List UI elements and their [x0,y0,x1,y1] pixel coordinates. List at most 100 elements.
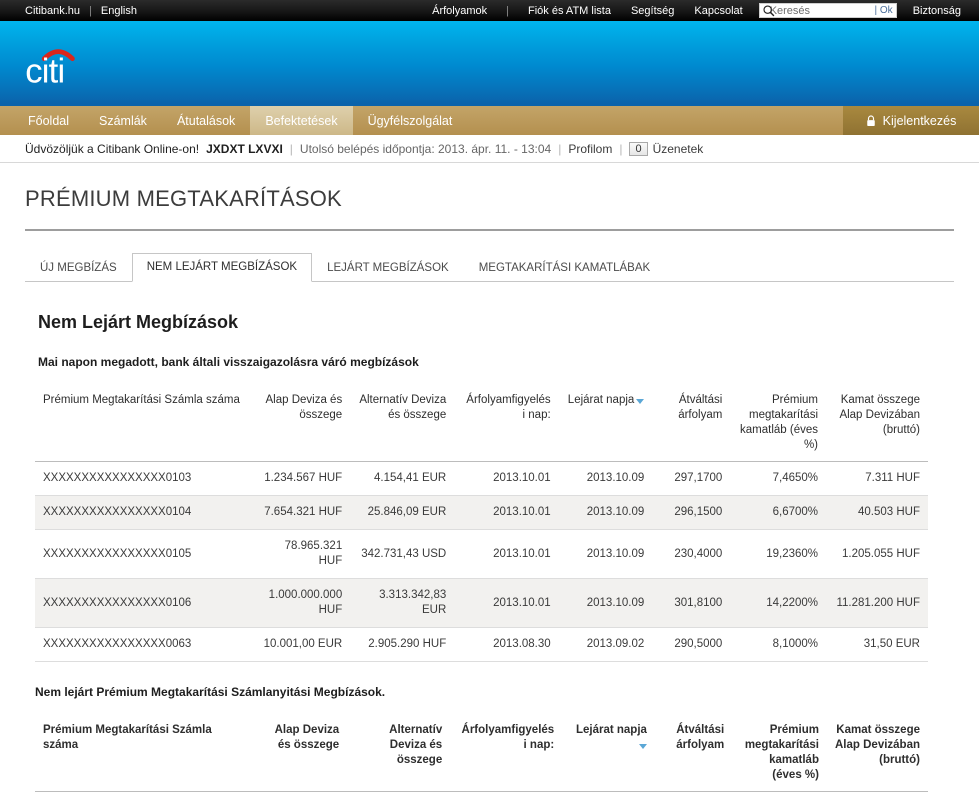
open-orders-table: Prémium Megtakarítási Számla száma Alap … [35,716,928,793]
tab-uj-megbizas[interactable]: ÚJ MEGBÍZÁS [25,254,132,282]
logout-label: Kijelentkezés [882,113,957,128]
link-fiok-es-atm-lista[interactable]: Fiók és ATM lista [528,5,611,17]
cell-watch-date: 2013.10.01 [454,529,559,579]
col-header-base-currency[interactable]: Alap Deviza és összege [253,386,351,462]
table-row: XXXXXXXXXXXXXXXX0106 1.000.000.000 HUF 3… [35,578,928,628]
welcome-divider-2: | [558,141,562,156]
cell-maturity-date: 2013.10.09 [558,529,653,579]
col-header-fx-rate[interactable]: Átváltási árfolyam [654,716,733,792]
cell-maturity-date: 2013.10.09 [558,495,653,530]
link-arfolyamok[interactable]: Árfolyamok [432,5,487,17]
cell-account: XXXXXXXXXXXXXXXX0106 [35,578,254,628]
table-header-row: Prémium Megtakarítási Számla száma Alap … [35,716,928,792]
section-subtitle: Mai napon megadott, bank általi visszaig… [38,355,419,369]
brand-banner: citi [0,21,979,104]
nav-item-label: Ügyfélszolgálat [367,113,453,128]
main-content: PRÉMIUM MEGTAKARÍTÁSOK ÚJ MEGBÍZÁS NEM L… [0,186,979,793]
svg-text:citi: citi [25,52,64,87]
search-ok-button[interactable]: | Ok [875,4,893,18]
cell-base: 10.001,00 EUR [253,627,351,662]
table-row: XXXXXXXXXXXXXXXX0103 1.234.567 HUF 4.154… [35,461,928,496]
cell-maturity-date: 2013.10.09 [558,578,653,628]
link-profilom[interactable]: Profilom [568,142,612,156]
col-header-watch-date[interactable]: Árfolyamfigyelés i nap: [454,386,559,462]
table-row: XXXXXXXXXXXXXXXX0063 10.001,00 EUR 2.905… [35,627,928,662]
nav-item-ugyfelszolgalat[interactable]: Ügyfélszolgálat [353,106,468,135]
cell-interest-rate: 14,2200% [730,578,827,628]
table-header-row: Prémium Megtakarítási Számla száma Alap … [35,386,928,462]
citi-logo[interactable]: citi [23,43,103,87]
message-count-badge: 0 [629,141,648,156]
search-box[interactable]: | Ok [758,3,897,18]
tab-lejart-megbizasok[interactable]: LEJÁRT MEGBÍZÁSOK [312,254,464,282]
col-header-account[interactable]: Prémium Megtakarítási Számla száma [35,716,252,792]
table-row: XXXXXXXXXXXXXXXX0105 78.965.321 HUF 342.… [35,529,928,579]
nav-item-label: Befektetések [265,113,338,128]
col-header-alt-currency[interactable]: Alternatív Deviza és összege [350,386,455,462]
cell-base: 1.234.567 HUF [253,461,351,496]
section-title: Nem Lejárt Megbízások [38,312,239,332]
nav-item-atutalasok[interactable]: Átutalások [162,106,250,135]
cell-interest-amount: 31,50 EUR [826,627,928,662]
welcome-greeting: Üdvözöljük a Citibank Online-on! [25,141,200,156]
topbar-left-links: Citibank.hu | English [0,5,137,17]
welcome-last-login: Utolsó belépés időpontja: 2013. ápr. 11.… [299,141,552,156]
cell-watch-date: 2013.10.01 [454,495,559,530]
cell-account: XXXXXXXXXXXXXXXX0105 [35,529,254,579]
cell-account: XXXXXXXXXXXXXXXX0103 [35,461,254,496]
cell-account: XXXXXXXXXXXXXXXX0063 [35,627,254,662]
link-biztonsag[interactable]: Biztonság [913,5,961,17]
cell-maturity-date: 2013.09.02 [558,627,653,662]
col-header-account[interactable]: Prémium Megtakarítási Számla száma [35,386,254,462]
cell-account: XXXXXXXXXXXXXXXX0104 [35,495,254,530]
cell-interest-rate: 8,1000% [730,627,827,662]
tab-megtakaritasi-kamatlabak[interactable]: MEGTAKARÍTÁSI KAMATLÁBAK [464,254,665,282]
nav-item-befektetesek[interactable]: Befektetések [250,106,353,135]
cell-interest-amount: 7.311 HUF [826,461,928,496]
col-header-base-currency[interactable]: Alap Deviza és összege [251,716,348,792]
nav-item-label: Számlák [99,113,147,128]
nav-item-label: Főoldal [28,113,69,128]
nav-item-szamlak[interactable]: Számlák [84,106,162,135]
tab-nem-lejart-megbizasok[interactable]: NEM LEJÁRT MEGBÍZÁSOK [131,253,313,282]
link-uzenetek[interactable]: Üzenetek [653,142,704,156]
link-english[interactable]: English [101,5,137,17]
col-header-watch-date[interactable]: Árfolyamfigyelés i nap: [450,716,563,792]
tab-label: ÚJ MEGBÍZÁS [40,262,117,274]
col-header-interest-rate[interactable]: Prémium megtakarítási kamatláb (éves %) [730,386,827,462]
col-header-interest-amount[interactable]: Kamat összege Alap Devizában (bruttó) [826,716,928,792]
cell-alt: 342.731,43 USD [350,529,455,579]
cell-alt: 3.313.342,83 EUR [350,578,455,628]
lock-icon [866,114,875,126]
col-header-interest-rate[interactable]: Prémium megtakarítási kamatláb (éves %) [732,716,827,792]
welcome-bar: Üdvözöljük a Citibank Online-on! JXDXT L… [0,135,979,163]
col-header-maturity-date[interactable]: Lejárat napja [562,716,655,792]
cell-watch-date: 2013.10.01 [454,578,559,628]
search-icon [763,5,775,17]
cell-watch-date: 2013.08.30 [454,627,559,662]
col-header-interest-amount[interactable]: Kamat összege Alap Devizában (bruttó) [826,386,928,462]
logout-button[interactable]: Kijelentkezés [843,106,979,135]
cell-interest-amount: 40.503 HUF [826,495,928,530]
cell-fx-rate: 290,5000 [652,627,731,662]
top-utility-bar: Citibank.hu | English Árfolyamok | Fiók … [0,0,979,21]
link-citibank-hu[interactable]: Citibank.hu [25,5,80,17]
tab-label: MEGTAKARÍTÁSI KAMATLÁBAK [478,262,651,274]
cell-interest-amount: 11.281.200 HUF [826,578,928,628]
cell-fx-rate: 230,4000 [652,529,731,579]
col-header-alt-currency[interactable]: Alternatív Deviza és összege [347,716,451,792]
link-kapcsolat[interactable]: Kapcsolat [694,5,742,17]
cell-alt: 25.846,09 EUR [350,495,455,530]
sort-descending-icon[interactable] [638,744,647,750]
cell-interest-rate: 19,2360% [730,529,827,579]
main-navigation: Főoldal Számlák Átutalások Befektetések … [0,104,979,135]
col-header-maturity-date[interactable]: Lejárat napja [558,386,653,462]
sort-descending-icon[interactable] [636,399,645,405]
nav-item-fooldal[interactable]: Főoldal [13,106,84,135]
cell-interest-rate: 7,4650% [730,461,827,496]
topbar-separator: | [89,4,92,17]
col-header-fx-rate[interactable]: Átváltási árfolyam [652,386,731,462]
table-row: XXXXXXXXXXXXXXXX0104 7.654.321 HUF 25.84… [35,495,928,530]
link-segitseg[interactable]: Segítség [631,5,674,17]
col-header-maturity-label: Lejárat napja [575,724,647,736]
